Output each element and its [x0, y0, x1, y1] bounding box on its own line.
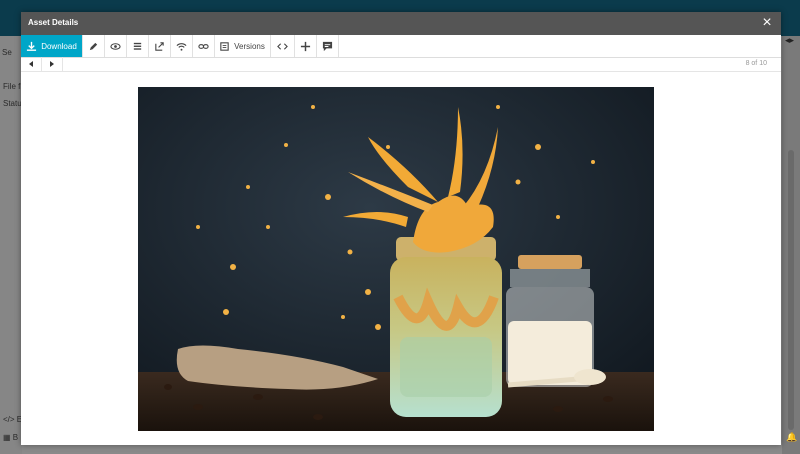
add-button[interactable]: [294, 35, 317, 57]
pencil-icon: [89, 42, 97, 50]
download-label: Download: [41, 41, 77, 51]
modal-title: Asset Details: [28, 18, 79, 27]
comment-icon: [322, 41, 332, 51]
asset-nav: 8 of 10: [21, 57, 781, 72]
asset-details-modal: Asset Details × Download Versions 8 of 1…: [21, 12, 781, 445]
share-icon: [154, 41, 164, 51]
versions-icon: [220, 41, 229, 51]
wifi-icon: [176, 42, 186, 51]
caret-left-icon: [29, 61, 33, 67]
bg-search-label: Se: [2, 48, 12, 57]
download-button[interactable]: Download: [21, 35, 83, 57]
list-icon: [133, 42, 141, 50]
preview-stage: [21, 72, 781, 445]
collapse-arrows-icon[interactable]: ◂▸: [785, 35, 794, 46]
link-icon: [197, 43, 209, 49]
versions-button[interactable]: Versions: [214, 35, 271, 57]
bg-code-label: </> E: [3, 415, 23, 424]
bell-icon[interactable]: 🔔: [786, 432, 797, 443]
feed-button[interactable]: [170, 35, 193, 57]
modal-titlebar: Asset Details ×: [21, 12, 781, 35]
properties-button[interactable]: [126, 35, 149, 57]
edit-button[interactable]: [82, 35, 105, 57]
comments-button[interactable]: [316, 35, 339, 57]
download-icon: [27, 41, 37, 51]
previous-button[interactable]: [21, 57, 42, 71]
asset-preview-image[interactable]: [138, 87, 654, 431]
embed-code-button[interactable]: [270, 35, 295, 57]
code-icon: [276, 42, 288, 50]
close-icon[interactable]: ×: [758, 14, 776, 32]
eye-icon: [109, 42, 121, 50]
share-button[interactable]: [148, 35, 171, 57]
app-scrollbar[interactable]: [788, 150, 794, 430]
bg-grid-label: ▦ B: [3, 433, 19, 442]
asset-toolbar: Download Versions: [21, 35, 781, 58]
link-button[interactable]: [192, 35, 215, 57]
asset-counter: 8 of 10: [745, 60, 767, 67]
versions-label: Versions: [234, 41, 265, 51]
plus-icon: [300, 41, 310, 51]
caret-right-icon: [50, 61, 54, 67]
preview-button[interactable]: [104, 35, 127, 57]
next-button[interactable]: [42, 57, 63, 71]
